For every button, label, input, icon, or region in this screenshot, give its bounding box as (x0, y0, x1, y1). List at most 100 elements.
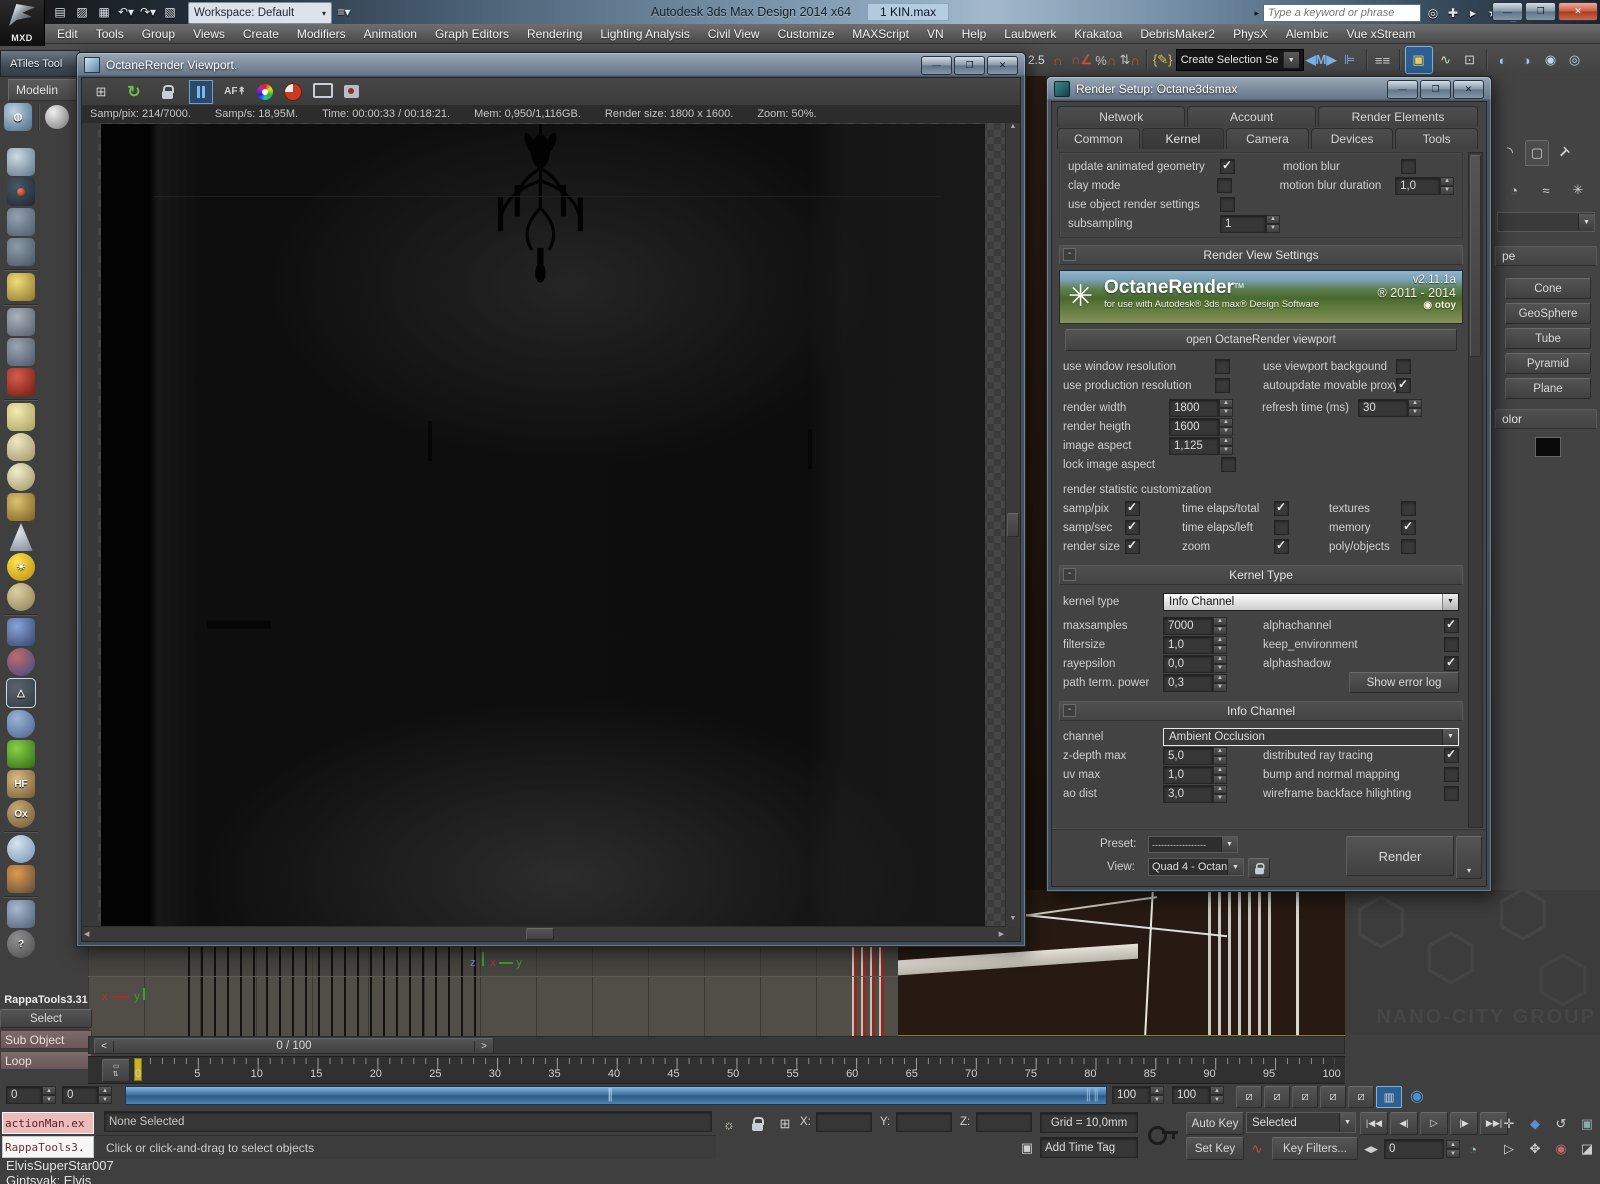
motion-blur-checkbox[interactable] (1401, 159, 1416, 174)
wire-teapot-icon[interactable] (7, 493, 35, 521)
grass-icon[interactable] (7, 740, 35, 768)
save-file-icon[interactable]: ▦ (94, 2, 114, 22)
angle-snap-icon[interactable]: ∩∠ (1071, 48, 1093, 72)
render-height-field[interactable]: 1600 (1169, 417, 1219, 436)
filtersize-spinner[interactable]: ▲ ▼ (1213, 635, 1227, 654)
listener-box[interactable]: RappaTools3. (2, 1136, 94, 1158)
menu-animation[interactable]: Animation (355, 27, 426, 41)
tab-account[interactable]: Account (1187, 106, 1316, 127)
keep-environment-checkbox[interactable] (1444, 637, 1459, 652)
keymode-button-4[interactable]: ⧄ (1320, 1086, 1346, 1108)
menu-alembic[interactable]: Alembic (1277, 27, 1338, 41)
frame-spinner[interactable]: ▲ ▼ (1446, 1140, 1460, 1158)
go-to-start-button[interactable]: |◀◀ (1360, 1112, 1388, 1135)
menu-laubwerk[interactable]: Laubwerk (995, 27, 1065, 41)
tab-display-icon[interactable]: ▢ (1525, 140, 1549, 166)
lock-icon[interactable] (156, 80, 178, 104)
menu-modifiers[interactable]: Modifiers (288, 27, 355, 41)
render-preview-icon[interactable] (7, 178, 35, 206)
render-width-field[interactable]: 1800 (1169, 398, 1219, 417)
camera-icon[interactable] (7, 308, 35, 336)
path-term-spinner[interactable]: ▲ ▼ (1213, 673, 1227, 692)
use-window-res-checkbox[interactable] (1215, 359, 1230, 374)
timeline-ruler[interactable]: ▭ ⇅ 0 5 10 15 20 25 30 35 40 45 50 55 60 65 70 75 80… (88, 1056, 1345, 1084)
menu-debrismaker[interactable]: DebrisMaker2 (1131, 27, 1224, 41)
tab-utilities-icon[interactable]: ◝ (1499, 140, 1521, 164)
search-input[interactable] (1263, 4, 1421, 22)
clipboard-icon[interactable]: ▣ (1016, 1136, 1038, 1160)
document-tab[interactable]: 1 KIN.max (867, 3, 950, 21)
range-start-field[interactable]: 100 (1112, 1086, 1150, 1104)
orbit-icon[interactable]: ↺ (1550, 1112, 1572, 1136)
workspace-dropdown[interactable]: Workspace: Default ▾ (188, 2, 332, 24)
rayepsilon-field[interactable]: 0,0 (1163, 654, 1213, 673)
pause-render-button[interactable] (189, 79, 213, 104)
connect-spheres-icon[interactable] (7, 648, 35, 676)
zoom-region-icon[interactable]: ◉ (1550, 1137, 1572, 1161)
camera-frustum-icon[interactable]: △ (6, 678, 36, 708)
auto-key-button[interactable]: Auto Key (1186, 1112, 1244, 1135)
scroll-down-icon[interactable]: ▼ (1006, 915, 1020, 927)
search-expand-icon[interactable]: ▸ (1254, 8, 1259, 19)
maxsamples-field[interactable]: 7000 (1163, 616, 1213, 635)
next-frame-button[interactable]: |▶ (1450, 1112, 1478, 1135)
restore-button[interactable]: ❐ (1525, 2, 1556, 21)
render-settings-icon[interactable] (7, 208, 35, 236)
collapse-icon[interactable]: - (1063, 568, 1076, 581)
time-slider-handle[interactable]: < 0 / 100 > (94, 1038, 494, 1054)
octane-viewport-window[interactable]: OctaneRender Viewport. — ❐ ✕ ⊞ ↻ AF ↟ Sa… (76, 52, 1026, 947)
poly-objects-checkbox[interactable] (1401, 539, 1416, 554)
menu-create[interactable]: Create (234, 27, 288, 41)
render-globe-icon[interactable]: ◍ (4, 103, 32, 131)
rendered-frame-icon[interactable]: ◑ (1516, 48, 1538, 72)
project-folder-icon[interactable]: ▧ (160, 2, 180, 22)
distributed-checkbox[interactable] (1444, 747, 1459, 763)
channel-dropdown[interactable]: Ambient Occlusion ▼ (1163, 727, 1459, 746)
mirror-icon[interactable]: ◀M▶ (1306, 48, 1337, 72)
script-doc-icon[interactable] (7, 900, 35, 928)
schematic-view-icon[interactable]: ⊡ (1459, 48, 1481, 72)
tab-tools[interactable]: Tools (1395, 128, 1478, 149)
render-dialog-icon[interactable] (7, 238, 35, 266)
time-slider-track[interactable]: < 0 / 100 > (88, 1036, 1345, 1054)
time-left-checkbox[interactable] (1274, 520, 1289, 535)
align-icon[interactable]: ⊫ (1339, 48, 1361, 72)
menu-customize[interactable]: Customize (769, 27, 844, 41)
menu-edit[interactable]: Edit (48, 27, 87, 41)
key-step-icon[interactable]: ◀▶ (1360, 1137, 1382, 1161)
open-file-icon[interactable]: ▨ (72, 2, 92, 22)
collapse-icon[interactable]: - (1063, 248, 1076, 261)
light-lister-icon[interactable] (7, 273, 35, 301)
canvas-vscrollbar[interactable]: ▲ ▼ (1005, 123, 1020, 927)
key-filters-button[interactable]: Key Filters... (1272, 1137, 1358, 1160)
name-color-rollout[interactable]: olor (1495, 409, 1597, 429)
maximize-toggle-icon[interactable]: ◪ (1576, 1137, 1598, 1161)
flag-icon[interactable]: ▸ (1465, 3, 1481, 23)
use-production-res-checkbox[interactable] (1215, 378, 1230, 393)
cone-button[interactable]: Cone (1505, 278, 1591, 299)
pyramid-button[interactable]: Pyramid (1505, 353, 1591, 374)
ornatrix-icon[interactable]: Ox (7, 800, 35, 828)
dialog-scroll-thumb[interactable] (1470, 155, 1481, 357)
maxsamples-spinner[interactable]: ▲ ▼ (1213, 616, 1227, 635)
uvmax-field[interactable]: 1,0 (1163, 765, 1213, 784)
render-button[interactable]: Render (1346, 836, 1454, 876)
menu-lighting-analysis[interactable]: Lighting Analysis (591, 27, 698, 41)
dome-icon[interactable] (7, 433, 35, 461)
restore-button[interactable]: ❐ (1420, 79, 1451, 99)
menu-help[interactable]: Help (953, 27, 996, 41)
alphashadow-checkbox[interactable] (1444, 655, 1459, 671)
zoom-arrow-icon[interactable]: ▷ (1498, 1137, 1520, 1161)
update-animated-checkbox[interactable] (1220, 158, 1235, 174)
monitor-icon[interactable] (313, 83, 333, 98)
render-height-spinner[interactable]: ▲ ▼ (1219, 417, 1233, 436)
close-button[interactable]: ✕ (1558, 2, 1598, 21)
set-key-button[interactable]: Set Key (1186, 1137, 1244, 1160)
use-object-settings-checkbox[interactable] (1220, 197, 1235, 212)
canvas-hscrollbar[interactable]: ◀ ▶ (82, 926, 1006, 941)
key-start-field[interactable]: 0 (6, 1086, 42, 1104)
ribbon-tab-modeling[interactable]: Modelin (8, 79, 80, 101)
export-window-icon[interactable]: ⊞ (90, 80, 112, 104)
rappatools-loop-button[interactable]: Loop (0, 1051, 92, 1070)
refresh-time-spinner[interactable]: ▲ ▼ (1408, 398, 1422, 417)
